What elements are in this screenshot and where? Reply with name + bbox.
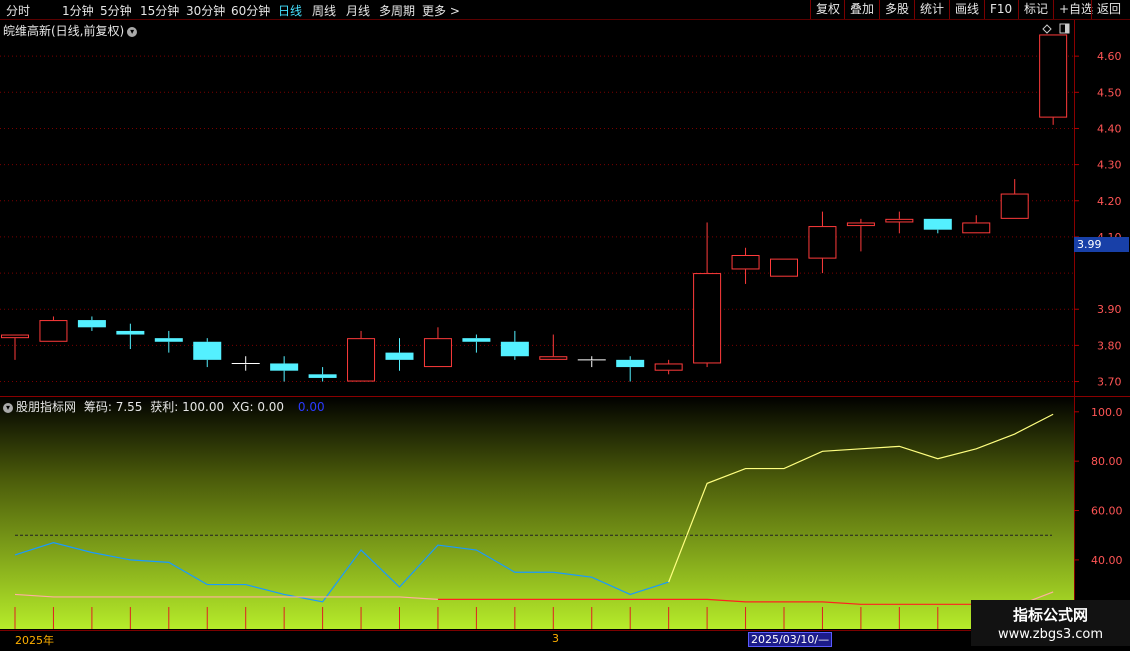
candle: [923, 218, 952, 234]
candle-body: [731, 255, 760, 270]
candle-body: [846, 222, 875, 227]
candle-body: [885, 218, 914, 223]
candle-body: [39, 320, 68, 342]
chip-value: 筹码: 7.55: [83, 400, 143, 414]
candle: [231, 356, 260, 371]
candle: [770, 258, 798, 277]
candle-body: [193, 341, 222, 360]
price-tick-label: 3.80: [1097, 339, 1122, 352]
candle: [616, 356, 645, 382]
candle: [385, 338, 414, 371]
price-tick-label: 4.60: [1097, 50, 1122, 63]
candle: [577, 356, 606, 368]
watermark-url: www.zbgs3.com: [997, 627, 1104, 642]
watermark-title: 指标公式网: [1012, 606, 1088, 624]
candle: [193, 338, 222, 368]
candle: [1039, 34, 1068, 125]
candle: [500, 330, 529, 360]
candle: [308, 367, 337, 382]
candlestick-series: [1, 34, 1068, 382]
candle-body: [116, 330, 145, 335]
candle: [731, 247, 760, 284]
candle: [1, 334, 29, 360]
candle-body: [270, 363, 299, 371]
candle-body: [539, 356, 568, 360]
last-price-tag: 3.99: [1074, 237, 1129, 252]
price-tick-label: 4.40: [1097, 122, 1122, 135]
month-label: 3: [552, 632, 559, 645]
candle: [539, 334, 568, 360]
candle: [462, 334, 491, 353]
year-label: 2025年: [15, 634, 54, 647]
candle-body: [808, 226, 837, 259]
candle-body: [462, 338, 491, 342]
candle: [693, 222, 722, 368]
candle-body: [1039, 34, 1068, 118]
indicator-axis: 100.080.0060.0040.0020.00: [1074, 406, 1123, 616]
candle-body: [308, 374, 337, 378]
window-toggle-icon[interactable]: [1059, 23, 1070, 34]
price-tick-label: 3.70: [1097, 376, 1122, 389]
candle: [808, 211, 837, 274]
candle-body: [154, 338, 183, 342]
candle: [654, 359, 683, 375]
price-tick-label: 4.30: [1097, 159, 1122, 172]
profit-value: 获利: 100.00: [150, 400, 225, 414]
watermark: 指标公式网 www.zbgs3.com: [971, 600, 1130, 646]
diamond-icon[interactable]: [1042, 24, 1052, 34]
chevron-down-icon[interactable]: ▾: [3, 402, 13, 413]
candle-body: [385, 352, 414, 360]
candle: [962, 215, 991, 234]
candle-body: [423, 338, 452, 368]
candle-body: [1000, 193, 1029, 219]
candle-body: [923, 218, 952, 230]
candle: [77, 316, 106, 331]
main-title: 皖维高新(日线,前复权) ▾: [3, 22, 138, 39]
indicator-header: ▾ 股朋指标网 筹码: 7.55 获利: 100.00 XG: 0.00 0.00: [3, 398, 325, 415]
xg-value: XG: 0.00: [231, 400, 285, 414]
candle-body: [616, 359, 645, 368]
price-tick-label: 3.90: [1097, 303, 1122, 316]
indicator-tick-label: 40.00: [1091, 554, 1123, 567]
candle: [347, 330, 376, 382]
candle-body: [347, 338, 376, 382]
candle: [270, 356, 299, 382]
chevron-down-icon[interactable]: ▾: [127, 26, 138, 37]
indicator-background: [0, 396, 1074, 629]
candle-body: [1, 334, 29, 339]
candle-body: [693, 273, 722, 364]
cursor-date: 2025/03/10/—: [748, 632, 833, 647]
candle-body: [500, 341, 529, 357]
candle: [1000, 179, 1029, 219]
candle: [885, 211, 914, 234]
chart-canvas[interactable]: 4.604.504.404.304.204.103.903.803.70 100…: [0, 0, 1130, 630]
candle: [39, 316, 68, 342]
price-tick-label: 4.50: [1097, 86, 1122, 99]
price-axis: 4.604.504.404.304.204.103.903.803.70: [1074, 50, 1122, 389]
price-tick-label: 4.20: [1097, 195, 1122, 208]
candle: [423, 327, 452, 368]
candle: [154, 330, 183, 353]
indicator-name: 股朋指标网: [16, 400, 77, 414]
candle-body: [770, 258, 798, 277]
indicator-tick-label: 60.00: [1091, 505, 1123, 518]
stock-title: 皖维高新(日线,前复权): [3, 24, 125, 38]
candle: [846, 218, 875, 252]
extra-value: 0.00: [297, 400, 325, 414]
candle-body: [962, 222, 991, 234]
indicator-tick-label: 100.0: [1091, 406, 1123, 419]
time-axis: 2025年 3 2025/03/10/—: [0, 630, 1130, 651]
candle-body: [654, 363, 683, 371]
indicator-tick-label: 80.00: [1091, 455, 1123, 468]
candle-body: [77, 320, 106, 328]
main-grid: [0, 55, 1074, 383]
